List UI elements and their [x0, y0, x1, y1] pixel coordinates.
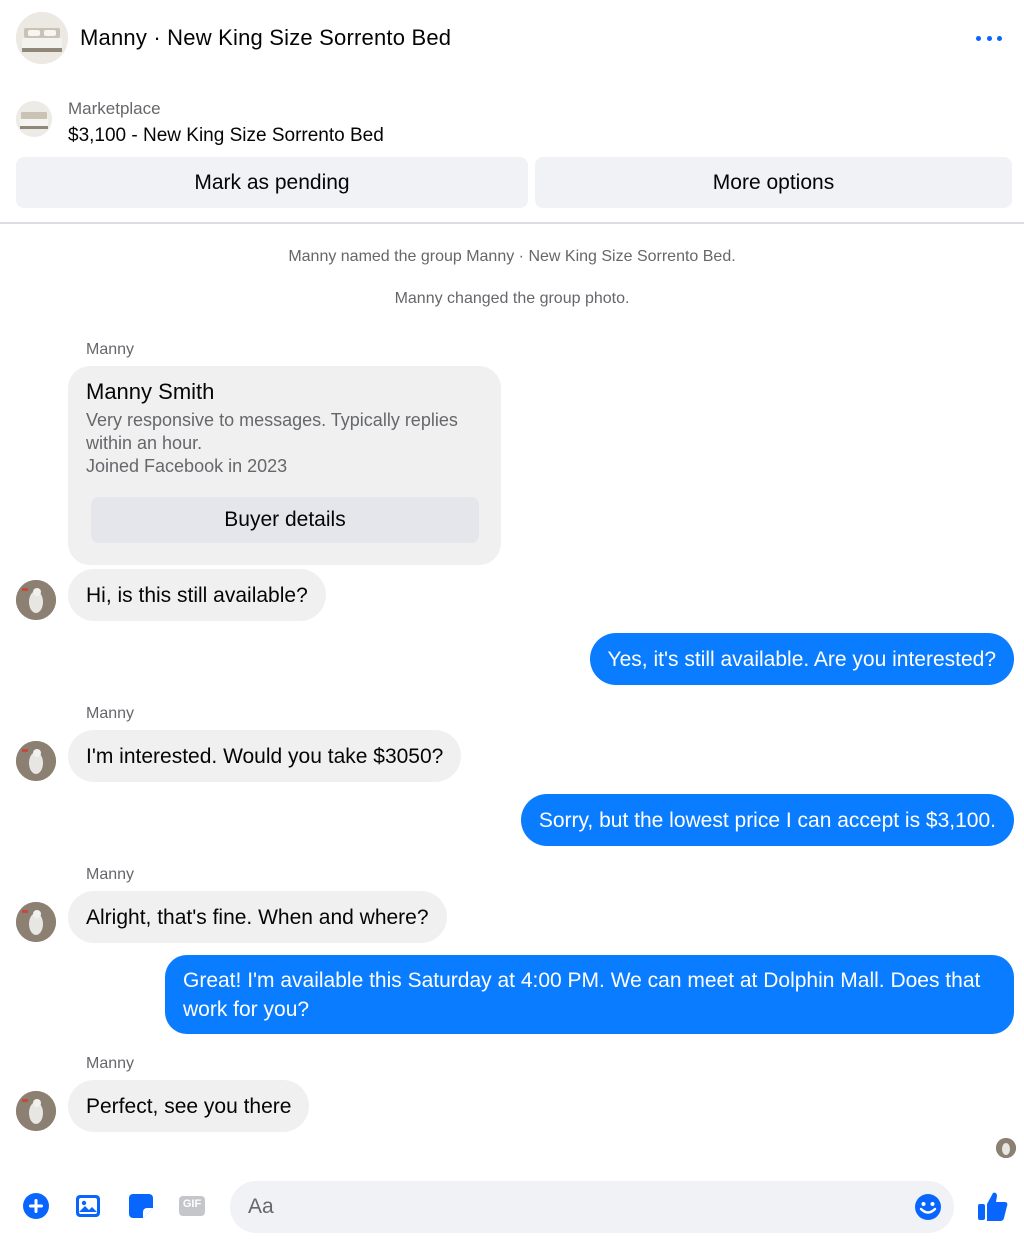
profile-name: Manny Smith	[86, 379, 215, 404]
message-placeholder: Aa	[248, 1195, 274, 1218]
outgoing-message[interactable]: Yes, it's still available. Are you inter…	[589, 633, 1014, 685]
gif-label: GIF	[182, 1198, 202, 1210]
sender-name: Manny	[86, 1055, 135, 1072]
bed-thumbnail-icon	[16, 101, 52, 137]
profile-photo-icon	[16, 902, 56, 942]
profile-joined: Joined Facebook in 2023	[86, 456, 288, 476]
gif-icon[interactable]: GIF	[176, 1190, 208, 1222]
outgoing-message[interactable]: Great! I'm available this Saturday at 4:…	[165, 955, 1014, 1034]
outgoing-message[interactable]: Sorry, but the lowest price I can accept…	[520, 794, 1014, 846]
buyer-details-button[interactable]: Buyer details	[91, 497, 479, 543]
message-input[interactable]	[230, 1181, 954, 1233]
avatar[interactable]	[16, 902, 56, 942]
system-message: Manny named the group Manny · New King S…	[288, 248, 736, 265]
system-message: Manny changed the group photo.	[394, 290, 630, 307]
sender-name: Manny	[86, 866, 135, 883]
bed-image-icon	[16, 12, 68, 64]
emoji-icon[interactable]	[913, 1192, 945, 1224]
sticker-icon[interactable]	[125, 1190, 157, 1222]
avatar[interactable]	[16, 741, 56, 781]
incoming-message[interactable]: Hi, is this still available?	[68, 569, 326, 621]
more-options-button[interactable]: More options	[535, 157, 1012, 208]
conversation-title: Manny · New King Size Sorrento Bed	[80, 25, 452, 50]
incoming-message[interactable]: Perfect, see you there	[68, 1080, 310, 1132]
seen-avatar-icon	[996, 1138, 1016, 1158]
profile-responsiveness: Very responsive to messages. Typically r…	[86, 410, 458, 453]
group-avatar[interactable]	[16, 12, 68, 64]
read-receipt-avatar	[996, 1138, 1016, 1158]
plus-circle-icon[interactable]	[20, 1190, 52, 1222]
profile-photo-icon	[16, 741, 56, 781]
incoming-message[interactable]: Alright, that's fine. When and where?	[68, 891, 447, 943]
marketplace-label: Marketplace	[68, 99, 161, 118]
thumbs-up-icon[interactable]	[975, 1188, 1011, 1224]
photo-icon[interactable]	[72, 1190, 104, 1222]
sender-name: Manny	[86, 341, 135, 358]
listing-thumbnail[interactable]	[16, 101, 52, 137]
mark-as-pending-button[interactable]: Mark as pending	[16, 157, 528, 208]
profile-photo-icon	[16, 1091, 56, 1131]
incoming-message[interactable]: I'm interested. Would you take $3050?	[68, 730, 462, 782]
avatar[interactable]	[16, 1091, 56, 1131]
profile-photo-icon	[16, 580, 56, 620]
avatar[interactable]	[16, 580, 56, 620]
header-divider	[0, 222, 1024, 224]
listing-title[interactable]: $3,100 - New King Size Sorrento Bed	[68, 125, 384, 147]
sender-name: Manny	[86, 705, 135, 722]
more-horizontal-icon[interactable]	[976, 25, 1002, 51]
profile-description: Very responsive to messages. Typically r…	[86, 409, 486, 478]
